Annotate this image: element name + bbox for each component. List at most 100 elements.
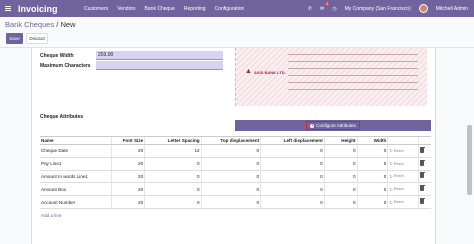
cell-width[interactable]: 0 xyxy=(356,170,388,184)
reset-label: Reset xyxy=(393,148,404,153)
breadcrumb-current: New xyxy=(60,20,76,29)
cell-top[interactable]: 0 xyxy=(200,170,261,184)
trash-icon[interactable] xyxy=(419,172,425,179)
reset-button[interactable]: ↻ Reset xyxy=(387,195,419,209)
chat-count-badge: 4 xyxy=(325,1,330,6)
table-row[interactable]: Account Number 20 0 0 0 0 0 ↻ Reset xyxy=(40,195,431,209)
save-button[interactable]: Save xyxy=(6,33,23,44)
reset-button[interactable]: ↻ Reset xyxy=(387,170,419,184)
max-chars-field[interactable] xyxy=(96,61,223,70)
cell-left[interactable]: 0 xyxy=(260,157,325,171)
phone-icon[interactable]: ✆ xyxy=(308,6,312,12)
cheque-preview-image: ▲ AXIS BANK LTD. xyxy=(235,48,427,106)
reset-button[interactable]: ↻ Reset xyxy=(387,182,419,197)
menu-configuration[interactable]: Configuration xyxy=(215,6,245,12)
cell-name[interactable]: Amount Box xyxy=(40,182,112,197)
reset-button[interactable]: ↻ Reset xyxy=(387,144,419,158)
cell-left[interactable]: 0 xyxy=(260,144,325,158)
table-row[interactable]: Amount Box 20 0 0 0 0 0 ↻ Reset xyxy=(40,182,431,197)
cell-top[interactable]: 0 xyxy=(200,195,261,209)
col-delete xyxy=(418,136,431,145)
cell-font-size[interactable]: 20 xyxy=(111,144,145,158)
reset-button[interactable]: ↻ Reset xyxy=(387,157,419,171)
menu-vendors[interactable]: Vendors xyxy=(117,6,135,12)
cell-width[interactable]: 0 xyxy=(356,144,388,158)
discard-button[interactable]: Discard xyxy=(26,33,48,44)
cell-font-size[interactable]: 20 xyxy=(111,182,145,197)
apps-menu-icon[interactable] xyxy=(3,0,13,17)
col-font-size[interactable]: Font Size xyxy=(111,136,145,145)
cell-top[interactable]: 0 xyxy=(200,182,261,197)
chat-icon[interactable]: ✉ 4 xyxy=(320,1,330,12)
reset-label: Reset xyxy=(393,200,404,205)
attributes-section-title: Cheque Attributes xyxy=(40,114,84,120)
refresh-icon: ↻ xyxy=(389,148,393,154)
company-switcher[interactable]: My Company (San Francisco) xyxy=(345,6,411,12)
cell-letter-spacing[interactable]: 0 xyxy=(144,195,202,209)
table-row[interactable]: Cheque Date 20 12 0 0 0 0 ↻ Reset xyxy=(40,144,431,158)
cheque-width-label: Cheque Width xyxy=(40,53,74,59)
col-letter-spacing[interactable]: Letter Spacing xyxy=(144,136,202,145)
cell-width[interactable]: 0 xyxy=(356,195,388,209)
app-name[interactable]: Invoicing xyxy=(18,4,64,14)
trash-icon[interactable] xyxy=(419,198,425,205)
clock-icon[interactable]: ◷ xyxy=(332,6,336,12)
menu-bank-cheque[interactable]: Bank Cheque xyxy=(145,6,175,12)
cell-width[interactable]: 0 xyxy=(356,157,388,171)
cell-letter-spacing[interactable]: 0 xyxy=(144,170,202,184)
col-height[interactable]: Height xyxy=(323,136,358,145)
trash-icon[interactable] xyxy=(419,146,425,153)
main-menu: Customers Vendors Bank Cheque Reporting … xyxy=(84,6,244,12)
cell-top[interactable]: 0 xyxy=(200,157,261,171)
col-actions xyxy=(387,136,419,145)
cell-height[interactable]: 0 xyxy=(323,195,358,209)
col-name[interactable]: Name xyxy=(40,136,112,145)
breadcrumb: Bank Cheques / New xyxy=(5,20,75,29)
user-menu[interactable]: Mitchell Admin xyxy=(436,6,468,12)
cell-name[interactable]: Cheque Date xyxy=(40,144,112,158)
cell-left[interactable]: 0 xyxy=(260,182,325,197)
max-chars-label: Maximum Characters xyxy=(40,63,91,69)
table-header: Name Font Size Letter Spacing Top displa… xyxy=(40,136,431,145)
breadcrumb-parent[interactable]: Bank Cheques xyxy=(5,20,54,29)
cell-height[interactable]: 0 xyxy=(323,170,358,184)
cell-width[interactable]: 0 xyxy=(356,182,388,197)
avatar[interactable] xyxy=(418,4,428,13)
table-row[interactable]: Pay Line1 20 0 0 0 0 0 ↻ Reset xyxy=(40,157,431,171)
cell-name[interactable]: Pay Line1 xyxy=(40,157,112,171)
page-scrollbar[interactable] xyxy=(467,125,472,195)
plus-icon: + xyxy=(310,122,315,128)
table-row[interactable]: Amount In words Line1 20 0 0 0 0 0 ↻ Rese… xyxy=(40,170,431,184)
configure-attributes-button[interactable]: + Configure Attributes xyxy=(306,121,360,130)
col-left-displacement[interactable]: Left displacement xyxy=(260,136,325,145)
col-top-displacement[interactable]: Top displacement xyxy=(200,136,261,145)
col-width[interactable]: Width xyxy=(356,136,388,145)
add-line-row: Add a line xyxy=(40,208,431,221)
delete-cell xyxy=(418,157,431,171)
trash-icon[interactable] xyxy=(419,159,425,166)
reset-label: Reset xyxy=(393,161,404,166)
cell-letter-spacing[interactable]: 0 xyxy=(144,157,202,171)
cell-height[interactable]: 0 xyxy=(323,182,358,197)
add-line-link[interactable]: Add a line xyxy=(41,213,61,218)
configure-attributes-label: Configure Attributes xyxy=(316,123,356,128)
cell-left[interactable]: 0 xyxy=(260,195,325,209)
cell-name[interactable]: Amount In words Line1 xyxy=(40,170,112,184)
trash-icon[interactable] xyxy=(419,185,425,192)
cell-left[interactable]: 0 xyxy=(260,170,325,184)
cell-font-size[interactable]: 20 xyxy=(111,170,145,184)
menu-reporting[interactable]: Reporting xyxy=(184,6,206,12)
cheque-width-field[interactable]: 203.00 xyxy=(96,51,223,60)
cell-top[interactable]: 0 xyxy=(200,144,261,158)
cell-letter-spacing[interactable]: 12 xyxy=(144,144,202,158)
configure-attributes-bar: + Configure Attributes xyxy=(235,120,431,131)
delete-cell xyxy=(418,144,431,158)
menu-customers[interactable]: Customers xyxy=(84,6,108,12)
cell-height[interactable]: 0 xyxy=(323,157,358,171)
cell-height[interactable]: 0 xyxy=(323,144,358,158)
cell-letter-spacing[interactable]: 0 xyxy=(144,182,202,197)
axis-bank-logo-icon: ▲ xyxy=(245,68,252,75)
cell-font-size[interactable]: 20 xyxy=(111,157,145,171)
cell-font-size[interactable]: 20 xyxy=(111,195,145,209)
cell-name[interactable]: Account Number xyxy=(40,195,112,209)
